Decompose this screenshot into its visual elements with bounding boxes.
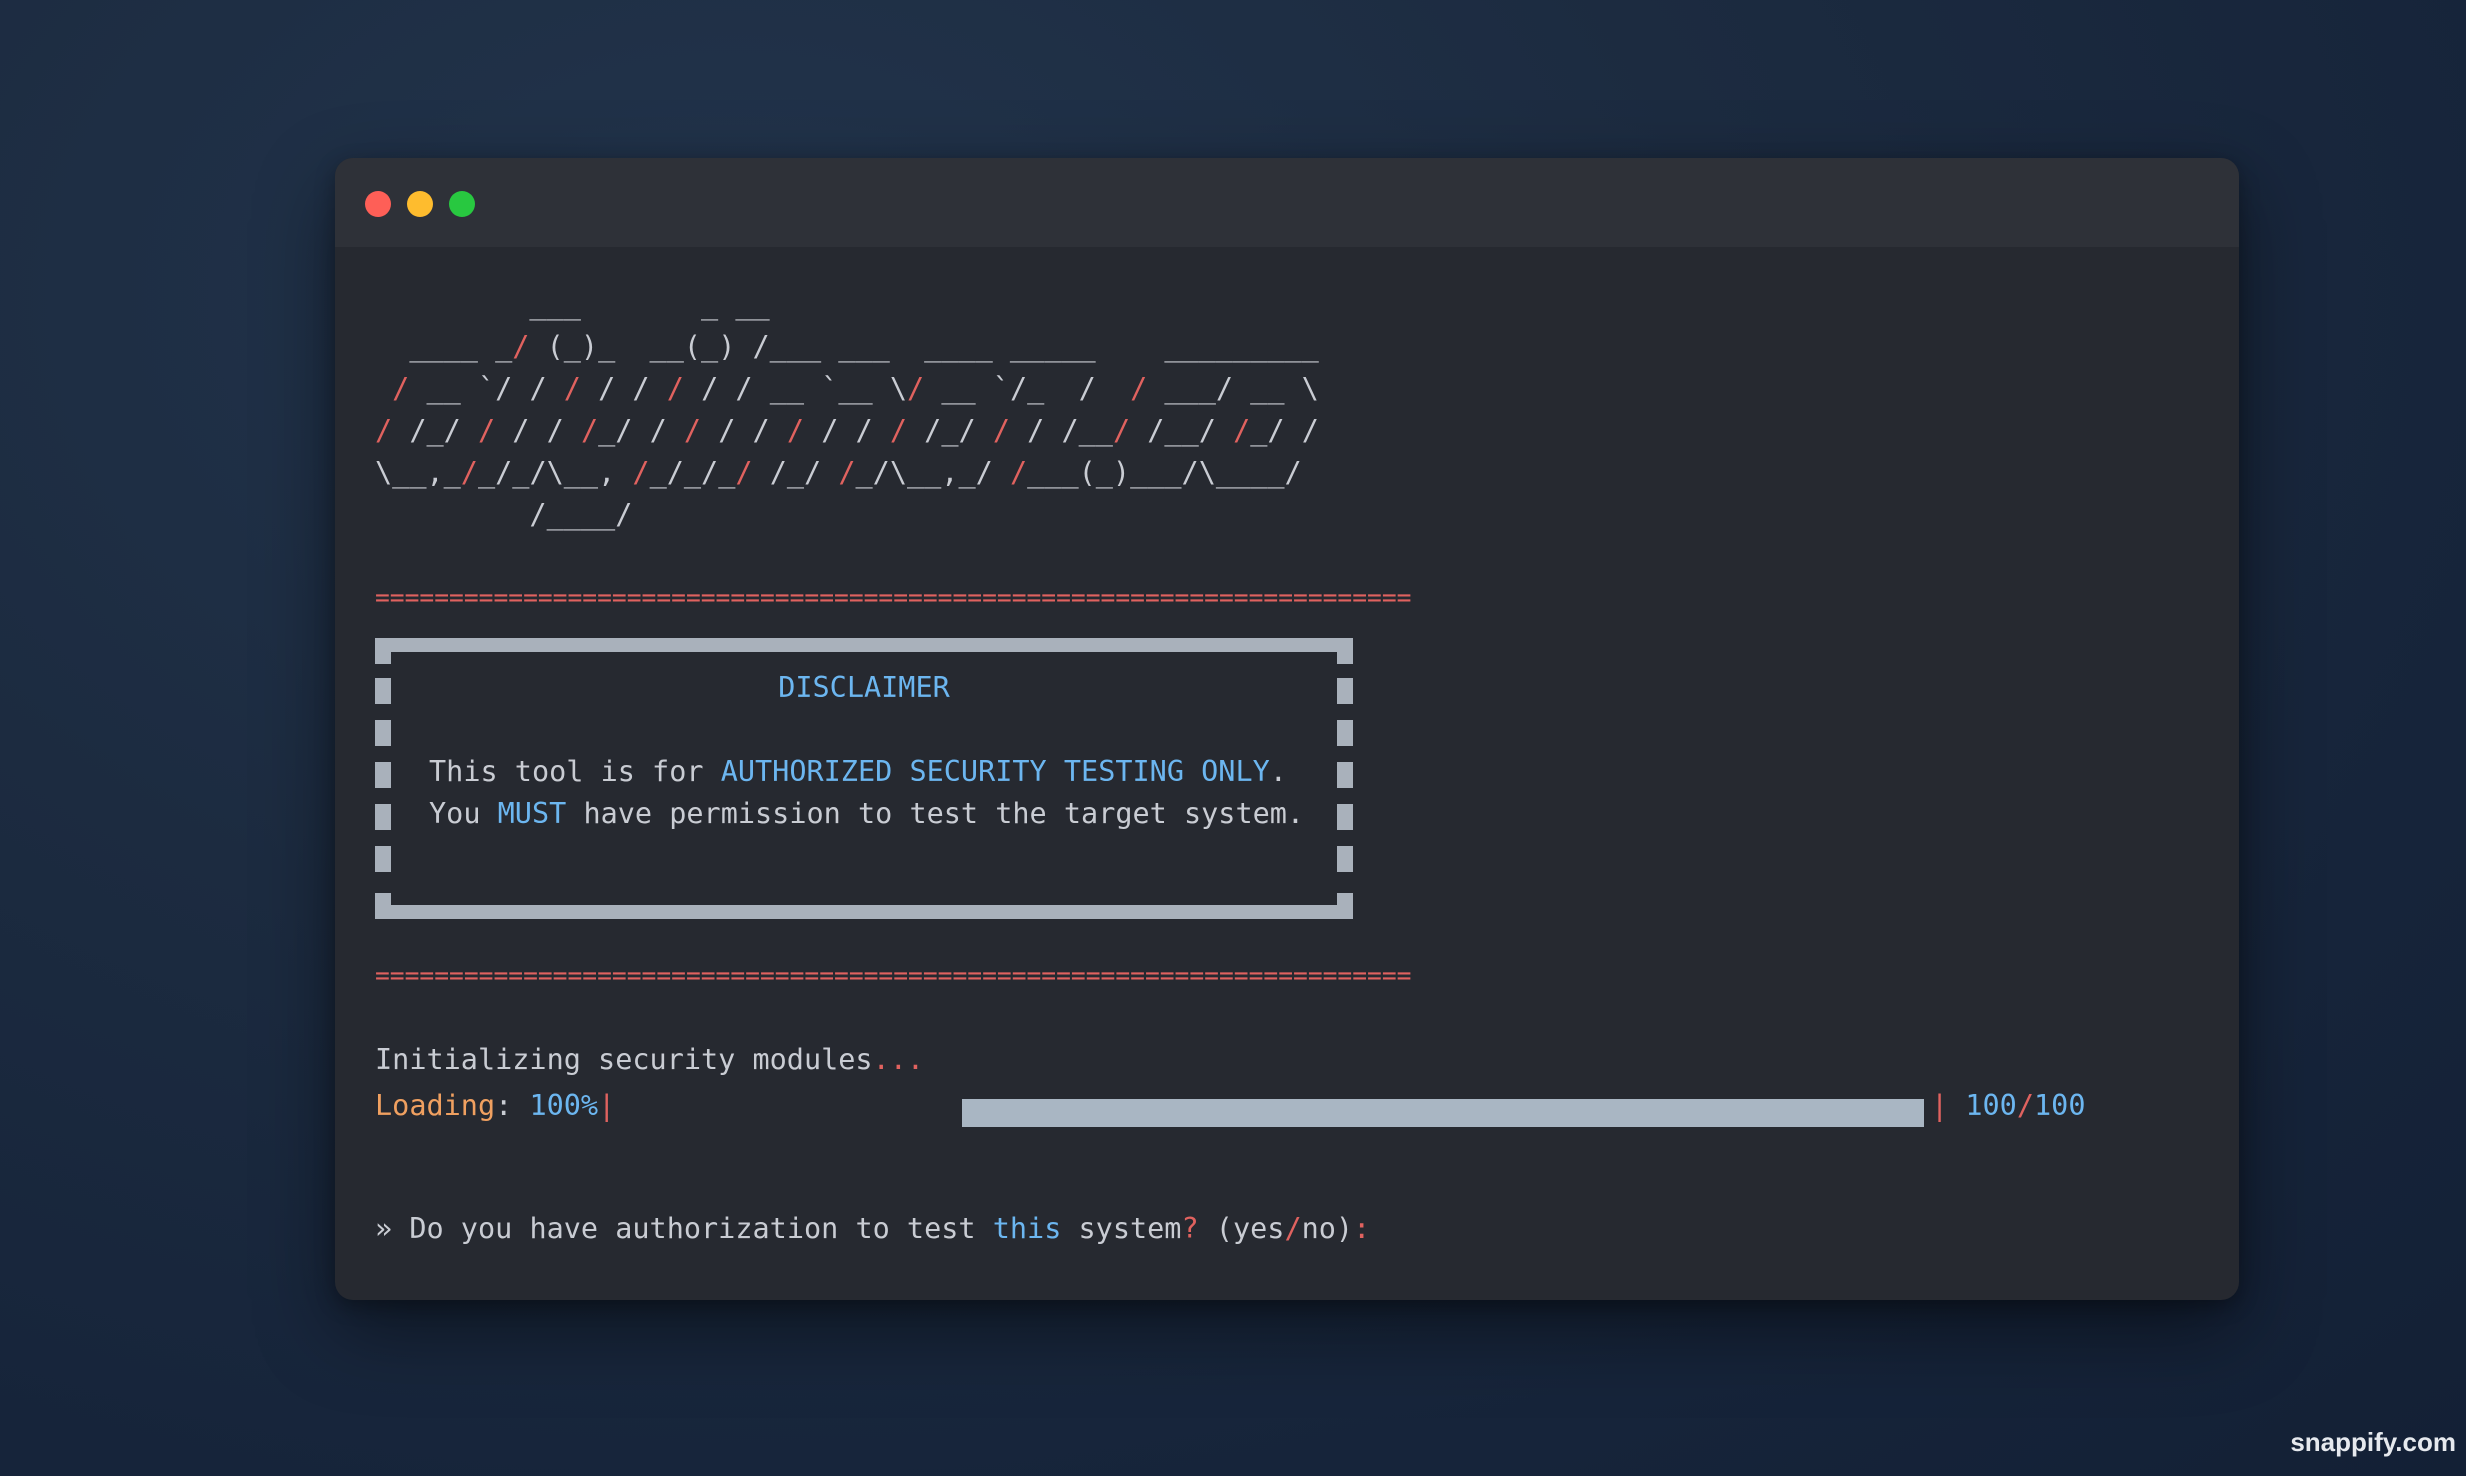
watermark: snappify.com xyxy=(2290,1427,2456,1457)
disclaimer-box: DISCLAIMER This tool is for AUTHORIZED S… xyxy=(375,638,1353,919)
disclaimer-box-bottom-border xyxy=(375,905,1353,919)
box-left-segment xyxy=(375,762,391,788)
terminal-window: ___ _ __ ____ _/ (_)_ __(_) /___ ___ ___… xyxy=(335,158,2239,1300)
window-titlebar xyxy=(335,158,2239,247)
ascii-art-line-3: / __ `/ / / / / / / / __ `__ \/ __ `/_ /… xyxy=(392,372,1319,405)
terminal-output: ___ _ __ ____ _/ (_)_ __(_) /___ ___ ___… xyxy=(335,247,2239,1300)
ascii-art-line-2: ____ _/ (_)_ __(_) /___ ___ ____ _____ _… xyxy=(375,330,1319,363)
box-right-segment xyxy=(1337,762,1353,788)
separator-bottom: ========================================… xyxy=(375,961,1412,990)
box-left-segment xyxy=(375,846,391,872)
loading-label: Loading xyxy=(375,1089,496,1122)
disclaimer-box-top-border xyxy=(375,638,1353,652)
disclaimer-title: DISCLAIMER xyxy=(778,671,950,704)
loading-row: Loading: 100%| xyxy=(375,1089,616,1122)
box-right-segment xyxy=(1337,720,1353,746)
box-right-segment xyxy=(1337,846,1353,872)
box-corner xyxy=(375,638,391,664)
loading-percent: 100% xyxy=(529,1089,599,1122)
ascii-art-line-6: /____/ xyxy=(375,498,633,531)
ascii-art-line-4: / /_/ / / / /_/ / / / / / / / / /_/ / / … xyxy=(375,414,1319,447)
ascii-art-line-5: \__,_/_/_/\__, /_/_/_/ /_/ /_/\__,_/ /__… xyxy=(375,456,1302,489)
disclaimer-line-2: You MUST have permission to test the tar… xyxy=(429,797,1305,830)
ascii-art-line-1: ___ _ __ xyxy=(375,288,770,321)
minimize-window-button[interactable] xyxy=(407,191,433,217)
progress-bar xyxy=(962,1099,1924,1127)
separator-top: ========================================… xyxy=(375,583,1412,612)
zoom-window-button[interactable] xyxy=(449,191,475,217)
init-status-line: Initializing security modules... xyxy=(375,1043,925,1076)
authorization-prompt[interactable]: » Do you have authorization to test this… xyxy=(375,1211,1370,1247)
progress-bar-fill xyxy=(962,1099,1924,1127)
loading-count: | 100/100 xyxy=(1931,1089,2086,1122)
box-left-segment xyxy=(375,720,391,746)
disclaimer-line-1: This tool is for AUTHORIZED SECURITY TES… xyxy=(429,755,1287,788)
box-left-segment xyxy=(375,804,391,830)
box-right-segment xyxy=(1337,804,1353,830)
prompt-arrow-icon: » xyxy=(375,1212,393,1245)
box-corner xyxy=(1337,638,1353,664)
close-window-button[interactable] xyxy=(365,191,391,217)
